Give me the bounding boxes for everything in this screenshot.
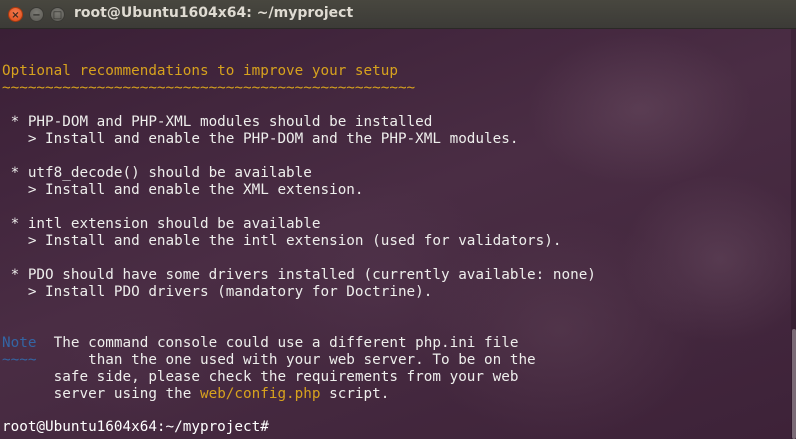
shell-prompt[interactable]: root@Ubuntu1604x64:~/myproject# xyxy=(2,419,269,436)
note-text-2: than the one used with your web server. … xyxy=(36,352,536,368)
note-line-4: server using the web/config.php script. xyxy=(2,386,390,403)
note-label: Note xyxy=(2,335,37,351)
close-button[interactable]: × xyxy=(8,7,23,22)
note-text-1: The command console could use a differen… xyxy=(36,335,519,351)
terminal-window: × − □ root@Ubuntu1604x64: ~/myproject Op… xyxy=(0,0,796,439)
recommendation-hint: > Install and enable the XML extension. xyxy=(2,182,364,198)
note-underline: ~~~~ xyxy=(2,352,37,368)
config-path: web/config.php xyxy=(199,386,321,402)
recommendation-item: * utf8_decode() should be available xyxy=(2,165,312,181)
minimize-button[interactable]: − xyxy=(29,7,44,22)
note-line-2: ~~~~ than the one used with your web ser… xyxy=(2,352,536,369)
maximize-button[interactable]: □ xyxy=(50,7,65,22)
recommendation-hint: > Install PDO drivers (mandatory for Doc… xyxy=(2,284,433,300)
recommendation-item: * intl extension should be available xyxy=(2,216,321,232)
recommendations-heading: Optional recommendations to improve your… xyxy=(2,63,398,79)
window-title: root@Ubuntu1604x64: ~/myproject xyxy=(74,5,354,21)
recommendation-hint: > Install and enable the intl extension … xyxy=(2,233,562,249)
scrollbar-thumb[interactable] xyxy=(792,329,796,439)
note-line-1: Note The command console could use a dif… xyxy=(2,335,518,352)
scrollbar[interactable] xyxy=(791,29,796,439)
heading-underline: ~~~~~~~~~~~~~~~~~~~~~~~~~~~~~~~~~~~~~~~~… xyxy=(2,80,416,96)
recommendation-hint: > Install and enable the PHP-DOM and the… xyxy=(2,131,519,147)
recommendation-item: * PDO should have some drivers installed… xyxy=(2,267,596,283)
note-text-4-pre: server using the xyxy=(2,386,200,402)
title-bar[interactable]: × − □ root@Ubuntu1604x64: ~/myproject xyxy=(0,0,796,29)
recommendation-item: * PHP-DOM and PHP-XML modules should be … xyxy=(2,114,433,130)
terminal-area[interactable]: Optional recommendations to improve your… xyxy=(0,29,796,439)
note-line-3: safe side, please check the requirements… xyxy=(2,369,519,385)
note-text-4-post: script. xyxy=(320,386,390,402)
